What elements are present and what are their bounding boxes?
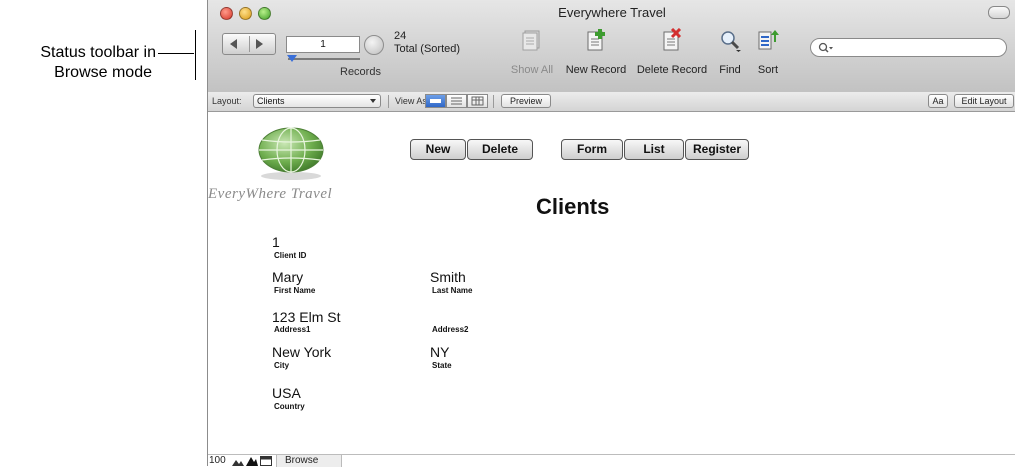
state-label: State (432, 361, 452, 370)
list-view-icon (451, 97, 462, 105)
new-record-button[interactable]: New Record (563, 28, 629, 76)
new-record-label: New Record (565, 64, 627, 76)
first-name-field[interactable]: Mary (272, 269, 303, 285)
layout-select[interactable]: Clients (253, 94, 381, 108)
total-record-count: 24 (394, 30, 407, 42)
new-record-icon (587, 29, 605, 51)
found-set-pie-icon[interactable] (364, 35, 384, 55)
show-all-button[interactable]: Show All (508, 28, 556, 76)
window-title: Everywhere Travel (558, 5, 666, 20)
preview-button[interactable]: Preview (501, 94, 551, 108)
delete-record-button[interactable]: Delete Record (633, 28, 711, 76)
list-button[interactable]: List (624, 139, 684, 160)
find-button[interactable]: Find (714, 28, 746, 76)
country-label: Country (274, 402, 305, 411)
zoom-mountains-large-icon[interactable] (246, 456, 258, 466)
toggle-toolbar-icon[interactable] (260, 456, 272, 466)
annotation-line-2: Browse mode (54, 64, 152, 81)
register-button[interactable]: Register (685, 139, 749, 160)
page-title: Clients (536, 194, 610, 219)
sort-button[interactable]: Sort (752, 28, 784, 76)
address2-label: Address2 (432, 325, 469, 334)
edit-layout-button[interactable]: Edit Layout (954, 94, 1014, 108)
brand-name: EveryWhere Travel (208, 186, 333, 202)
find-label: Find (719, 64, 741, 76)
next-record-icon[interactable] (256, 39, 263, 49)
zoom-level[interactable]: 100 (209, 455, 226, 466)
mode-popup[interactable]: Browse (276, 455, 342, 467)
record-slider[interactable] (288, 58, 360, 60)
last-name-label: Last Name (432, 286, 473, 295)
record-navigation (222, 33, 276, 55)
delete-button[interactable]: Delete (467, 139, 533, 160)
toolbar-toggle-button[interactable] (988, 6, 1010, 19)
view-as-list-button[interactable] (446, 94, 467, 108)
last-name-field[interactable]: Smith (430, 269, 466, 285)
record-slider-thumb[interactable] (287, 55, 297, 62)
find-icon (721, 31, 741, 52)
city-field[interactable]: New York (272, 344, 331, 360)
table-view-icon (471, 96, 484, 106)
current-record-field[interactable]: 1 (286, 36, 360, 53)
view-as-table-button[interactable] (467, 94, 488, 108)
annotation-leader-line (158, 53, 194, 54)
annotation-line-1: Status toolbar in (40, 44, 156, 61)
previous-record-icon[interactable] (230, 39, 237, 49)
form-view-icon (430, 99, 441, 103)
delete-record-icon (663, 28, 682, 51)
globe-logo-icon (258, 127, 324, 180)
country-field[interactable]: USA (272, 385, 301, 401)
delete-record-label: Delete Record (636, 64, 708, 76)
formatting-bar-button[interactable]: Aa (928, 94, 948, 108)
layout-content: EveryWhere Travel New Delete Form List R… (208, 112, 1015, 454)
sort-icon (758, 30, 779, 50)
layout-bar-divider (388, 95, 389, 108)
layout-label: Layout: (212, 96, 242, 106)
address1-label: Address1 (274, 325, 311, 334)
chevron-down-icon (370, 99, 376, 103)
zoom-mountains-icon[interactable] (232, 456, 244, 466)
first-name-label: First Name (274, 286, 316, 295)
status-bar: 100 Browse (208, 454, 1015, 467)
state-field[interactable]: NY (430, 344, 449, 360)
total-sorted-label: Total (Sorted) (394, 43, 461, 55)
city-label: City (274, 361, 290, 370)
show-all-icon (522, 30, 540, 51)
nav-divider (249, 36, 250, 52)
records-label: Records (340, 66, 381, 78)
layout-bar: Layout: Clients View As: Preview Aa Edit… (208, 92, 1015, 112)
layout-select-value: Clients (257, 96, 285, 106)
annotation-bracket (195, 30, 196, 80)
address1-field[interactable]: 123 Elm St (272, 309, 340, 325)
search-icon (818, 42, 833, 53)
client-id-field[interactable]: 1 (272, 234, 280, 250)
sort-label: Sort (757, 64, 779, 76)
quick-find-search-input[interactable] (810, 38, 1007, 57)
annotation-callout: Status toolbar in Browse mode (0, 43, 168, 83)
show-all-label: Show All (510, 64, 554, 76)
form-button[interactable]: Form (561, 139, 623, 160)
new-button[interactable]: New (410, 139, 466, 160)
app-window: Everywhere Travel 1 24 Total (Sorted) Re… (207, 0, 1015, 467)
status-toolbar: Everywhere Travel 1 24 Total (Sorted) Re… (208, 0, 1015, 93)
client-id-label: Client ID (274, 251, 307, 260)
layout-bar-divider-2 (493, 95, 494, 108)
view-as-form-button[interactable] (425, 94, 446, 108)
